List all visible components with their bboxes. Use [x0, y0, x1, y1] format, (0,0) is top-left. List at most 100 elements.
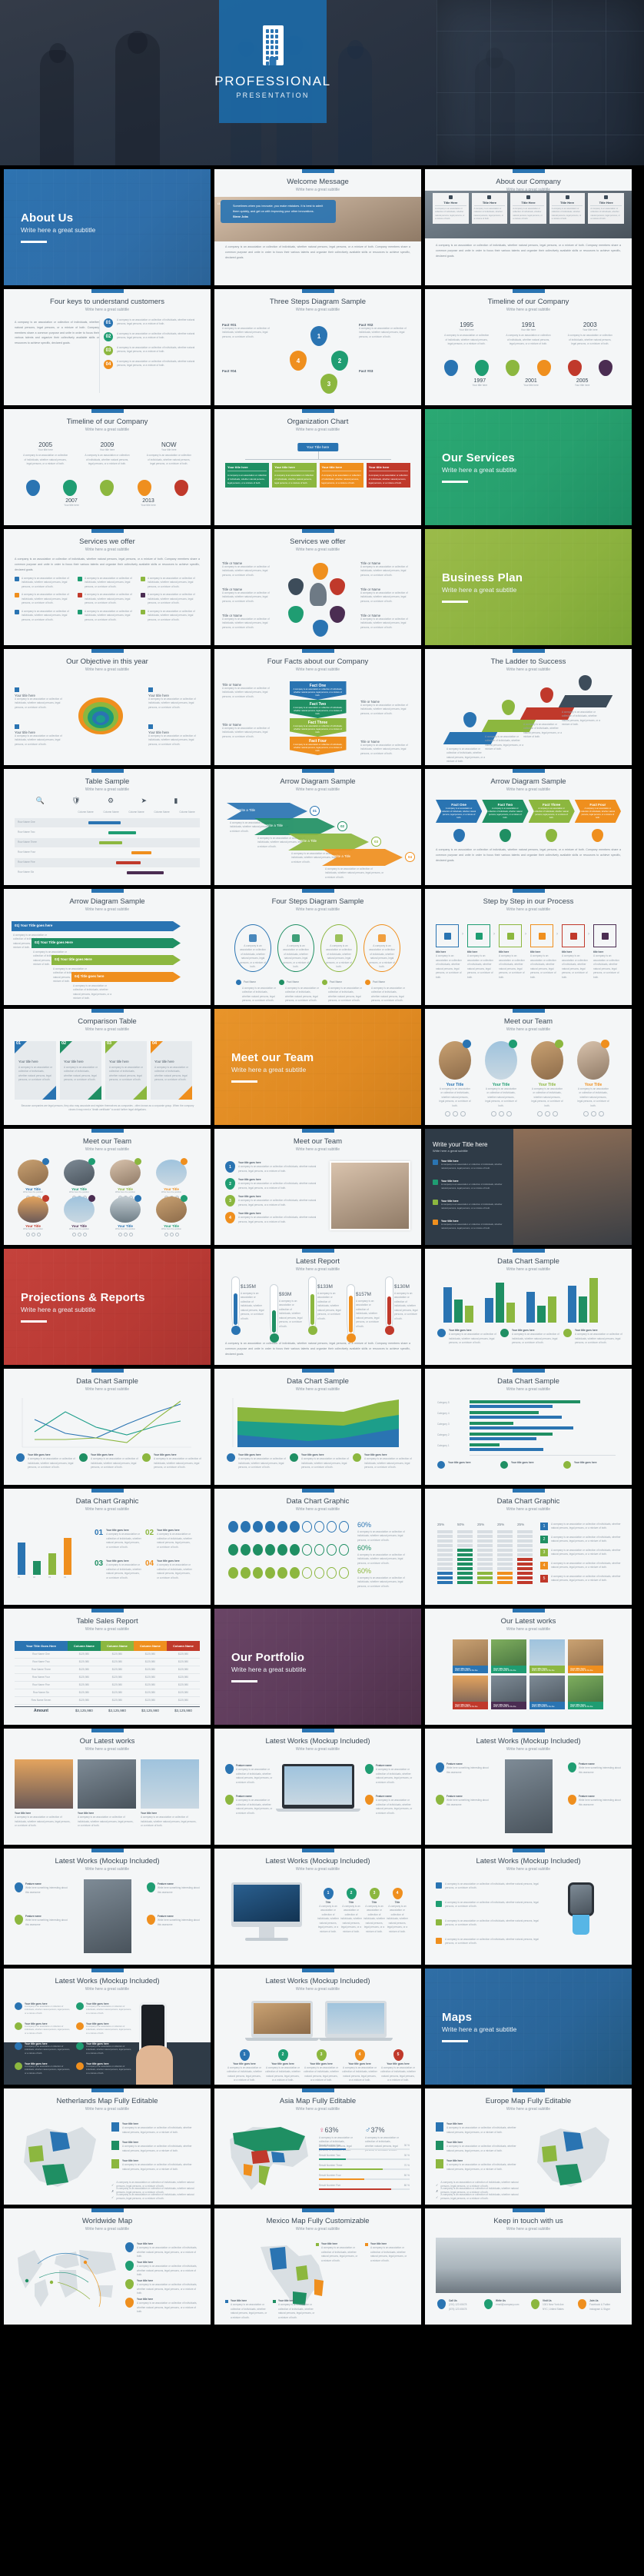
slide-thumbnail-33[interactable]: Data Chart Sample Write here a great sub…	[425, 1369, 632, 1485]
slide-thumbnail-29[interactable]: Latest Report Write here a great subtitl…	[214, 1249, 421, 1365]
block-segment	[517, 1558, 533, 1561]
card-icon	[487, 195, 492, 199]
slide-thumbnail-40[interactable]: Our Latest works Write here a great subt…	[4, 1729, 211, 1845]
slide-thumbnail-41[interactable]: Latest Works (Mockup Included) Write her…	[214, 1729, 421, 1845]
slide-title: Latest Report	[295, 1257, 340, 1266]
slide-thumbnail-17[interactable]: Arrow Diagram Sample Write here a great …	[214, 769, 421, 885]
feature-icon	[147, 1882, 155, 1892]
slide-thumbnail-22[interactable]: Comparison Table Write here a great subt…	[4, 1009, 211, 1125]
slide-title: Write your Title here	[433, 1141, 488, 1148]
slide-thumbnail-23[interactable]: Meet our Team Write here a great subtitl…	[214, 1009, 421, 1125]
slide-thumbnail-39[interactable]: Our Latest works Write here a great subt…	[425, 1609, 632, 1725]
slide-thumbnail-4[interactable]: Four keys to understand customers Write …	[4, 289, 211, 405]
block-segment	[517, 1576, 533, 1579]
slide-thumbnail-43[interactable]: Latest Works (Mockup Included) Write her…	[4, 1849, 211, 1965]
contact-icon	[484, 2299, 493, 2309]
block-segment	[497, 1581, 513, 1584]
slide-title: Data Chart Sample	[497, 1377, 559, 1386]
slide-thumbnail-52[interactable]: Worldwide Map Write here a great subtitl…	[4, 2208, 211, 2325]
slide-thumbnail-28[interactable]: Projections & Reports Write here a great…	[4, 1249, 211, 1365]
slide-thumbnail-44[interactable]: Latest Works (Mockup Included) Write her…	[214, 1849, 421, 1965]
slide-thumbnail-51[interactable]: Europe Map Fully Editable Write here a g…	[425, 2088, 632, 2205]
slide-subtitle: Write here a great subtitle	[85, 1147, 130, 1152]
slide-thumbnail-37[interactable]: Table Sales Report Write here a great su…	[4, 1609, 211, 1725]
laptop-mockup	[325, 2001, 387, 2038]
slide-thumbnail-15[interactable]: The Ladder to Success Write here a great…	[425, 649, 632, 765]
slide-thumbnail-18[interactable]: Arrow Diagram Sample Write here a great …	[425, 769, 632, 885]
feature-item: Your title goes here A company is an ass…	[76, 2042, 133, 2055]
service-item: A company is an association or collectio…	[15, 593, 73, 605]
feature-icon	[225, 1795, 234, 1805]
slide-thumbnail-50[interactable]: Asia Map Fully Editable Write here a gre…	[214, 2088, 421, 2205]
slide-top-tab	[91, 1729, 124, 1732]
slide-thumbnail-9[interactable]: Our Services Write here a great subtitle	[425, 409, 632, 525]
slide-thumbnail-16[interactable]: Table Sample Write here a great subtitle…	[4, 769, 211, 885]
feature-item: Feature name Write here something interes…	[568, 1762, 622, 1775]
feature-item: Your title goes here A company is an ass…	[76, 2002, 133, 2015]
slide-thumbnail-26[interactable]: Meet our Team Write here a great subtitl…	[214, 1129, 421, 1245]
bar	[526, 1292, 535, 1323]
slide-thumbnail-12[interactable]: Business Plan Write here a great subtitl…	[425, 529, 632, 645]
slide-thumbnail-34[interactable]: Data Chart Graphic Write here a great su…	[4, 1489, 211, 1605]
block-segment	[477, 1549, 493, 1552]
table-row: Row Name Three $125,980 $125,980 $125,98…	[15, 1666, 200, 1675]
slide-thumbnail-10[interactable]: Services we offer Write here a great sub…	[4, 529, 211, 645]
facebook-icon	[536, 1111, 543, 1117]
slide-thumbnail-1[interactable]: About Us Write here a great subtitle	[4, 169, 211, 285]
slide-thumbnail-14[interactable]: Four Facts about our Company Write here …	[214, 649, 421, 765]
progress-fill	[319, 2148, 347, 2151]
map-legend-item: Your title here A company is an associati…	[436, 2122, 522, 2135]
slide-thumbnail-20[interactable]: Four Steps Diagram Sample Write here a g…	[214, 889, 421, 1005]
slide-thumbnail-19[interactable]: Arrow Diagram Sample Write here a great …	[4, 889, 211, 1005]
slide-thumbnail-31[interactable]: Data Chart Sample Write here a great sub…	[4, 1369, 211, 1485]
slide-thumbnail-32[interactable]: Data Chart Sample Write here a great sub…	[214, 1369, 421, 1485]
legend-item: 1 A company is an association or collect…	[540, 1523, 621, 1531]
paragraph: A company is an association or collectio…	[436, 244, 621, 258]
slide-thumbnail-5[interactable]: Three Steps Diagram Sample Write here a …	[214, 289, 421, 405]
service-item: A company is an association or collectio…	[15, 577, 73, 589]
slide-thumbnail-27[interactable]: Write your Title here Write here a great…	[425, 1129, 632, 1245]
slide-thumbnail-30[interactable]: Data Chart Sample Write here a great sub…	[425, 1249, 632, 1365]
slide-thumbnail-7[interactable]: Timeline of our Company Write here a gre…	[4, 409, 211, 525]
slide-thumbnail-54[interactable]: Keep in touch with us Write here a great…	[425, 2208, 632, 2325]
slide-thumbnail-53[interactable]: Mexico Map Fully Customizable Write here…	[214, 2208, 421, 2325]
twitter-icon	[77, 1233, 81, 1237]
slide-thumbnail-47[interactable]: Latest Works (Mockup Included) Write her…	[214, 1969, 421, 2085]
team-badge	[134, 1158, 141, 1165]
timeline-icon	[444, 360, 459, 376]
slide-thumbnail-24[interactable]: Meet our Team Write here a great subtitl…	[425, 1009, 632, 1125]
legend-icon	[16, 1453, 25, 1462]
chevron-right-icon: ›	[462, 932, 463, 937]
facebook-icon	[164, 1233, 168, 1237]
slide-thumbnail-49[interactable]: Netherlands Map Fully Editable Write her…	[4, 2088, 211, 2205]
slide-subtitle: Write here a great subtitle	[85, 1867, 130, 1872]
cover-content: Business Plan Write here a great subtitl…	[425, 529, 632, 645]
slide-thumbnail-25[interactable]: Meet our Team Write here a great subtitl…	[4, 1129, 211, 1245]
feature-item: Feature name Write here something interes…	[15, 1882, 68, 1895]
imac-mockup	[231, 1882, 302, 1927]
slide-thumbnail-21[interactable]: Step by Step in our Process Write here a…	[425, 889, 632, 1005]
bar	[48, 1553, 56, 1575]
cover-rule	[21, 1320, 47, 1323]
tree-icon	[339, 1567, 349, 1579]
slide-thumbnail-36[interactable]: Data Chart Graphic Write here a great su…	[425, 1489, 632, 1605]
slide-thumbnail-45[interactable]: Latest Works (Mockup Included) Write her…	[425, 1849, 632, 1965]
ladder-text: A company is an association or collectio…	[562, 711, 600, 727]
legend-number: 5	[540, 1575, 548, 1583]
slide-thumbnail-38[interactable]: Our Portfolio Write here a great subtitl…	[214, 1609, 421, 1725]
slide-thumbnail-3[interactable]: About our Company Write here a great sub…	[425, 169, 632, 285]
slide-thumbnail-6[interactable]: Timeline of our Company Write here a gre…	[425, 289, 632, 405]
timeline-icon	[536, 360, 551, 376]
check-icon: ✓	[111, 2195, 115, 2199]
slide-thumbnail-46[interactable]: Latest Works (Mockup Included) Write her…	[4, 1969, 211, 2085]
slide-thumbnail-11[interactable]: Services we offer Write here a great sub…	[214, 529, 421, 645]
slide-thumbnail-2[interactable]: Welcome Message Write here a great subti…	[214, 169, 421, 285]
slide-thumbnail-42[interactable]: Latest Works (Mockup Included) Write her…	[425, 1729, 632, 1845]
slide-thumbnail-35[interactable]: Data Chart Graphic Write here a great su…	[214, 1489, 421, 1605]
percent-value: 60%	[357, 1521, 372, 1529]
slide-thumbnail-13[interactable]: Our Objective in this year Write here a …	[4, 649, 211, 765]
slide-thumbnail-48[interactable]: Maps Write here a great subtitle	[425, 1969, 632, 2085]
table-row: Row Name Six $125,980 $125,980 $125,980 …	[15, 1689, 200, 1698]
step-legend: Fact Name	[236, 980, 256, 985]
slide-thumbnail-8[interactable]: Organization Chart Write here a great su…	[214, 409, 421, 525]
